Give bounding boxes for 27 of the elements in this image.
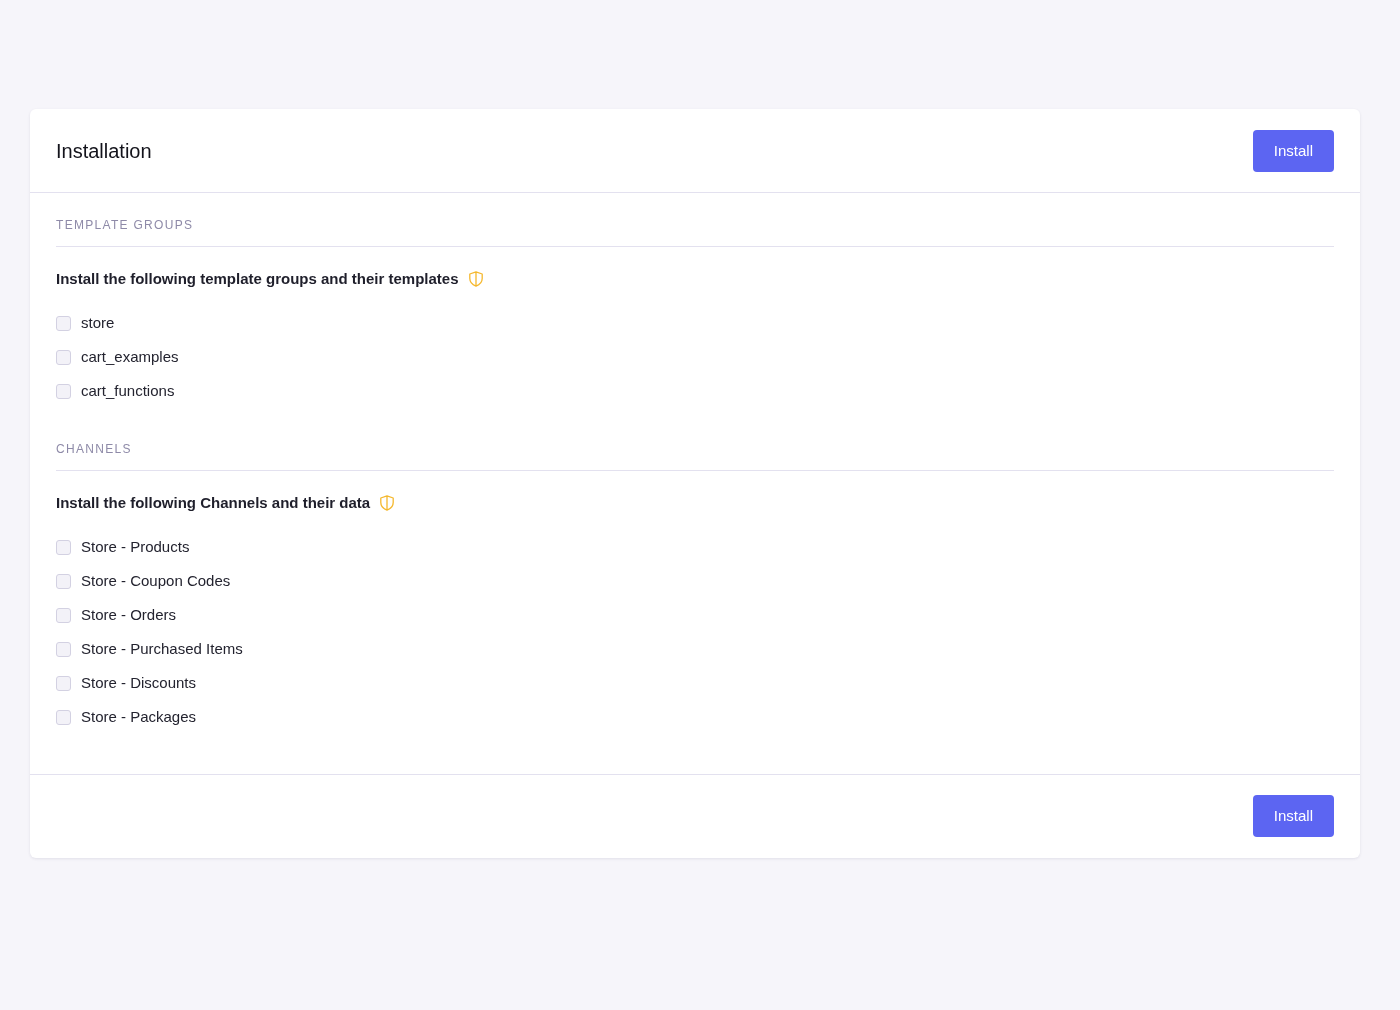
checkbox[interactable]	[56, 539, 71, 555]
install-button[interactable]: Install	[1252, 130, 1334, 172]
option-label: Store - Purchased Items	[81, 639, 243, 659]
shield-icon	[468, 271, 483, 287]
option-label: cart_functions	[81, 381, 175, 401]
checkbox[interactable]	[56, 607, 71, 623]
checkbox[interactable]	[56, 349, 71, 365]
section-heading: CHANNELS	[56, 441, 132, 457]
install-button[interactable]: Install	[1252, 795, 1334, 837]
option-label: store	[81, 313, 115, 333]
checkbox[interactable]	[56, 675, 71, 691]
option-label: Store - Orders	[81, 605, 177, 625]
section-heading: TEMPLATE GROUPS	[56, 217, 194, 233]
checkbox[interactable]	[56, 709, 71, 725]
checkbox[interactable]	[56, 315, 71, 331]
shield-icon	[380, 495, 395, 511]
panel-title: Installation	[56, 139, 152, 164]
option-label: Store - Discounts	[81, 673, 197, 693]
checkbox[interactable]	[56, 573, 71, 589]
option-label: Store - Packages	[81, 707, 197, 727]
section-description: Install the following template groups and their templates	[56, 269, 459, 289]
checkbox[interactable]	[56, 383, 71, 399]
section-description: Install the following Channels and their data	[56, 493, 371, 513]
option-label: Store - Products	[81, 537, 190, 557]
option-label: Store - Coupon Codes	[81, 571, 231, 591]
option-label: cart_examples	[81, 347, 179, 367]
checkbox[interactable]	[56, 641, 71, 657]
